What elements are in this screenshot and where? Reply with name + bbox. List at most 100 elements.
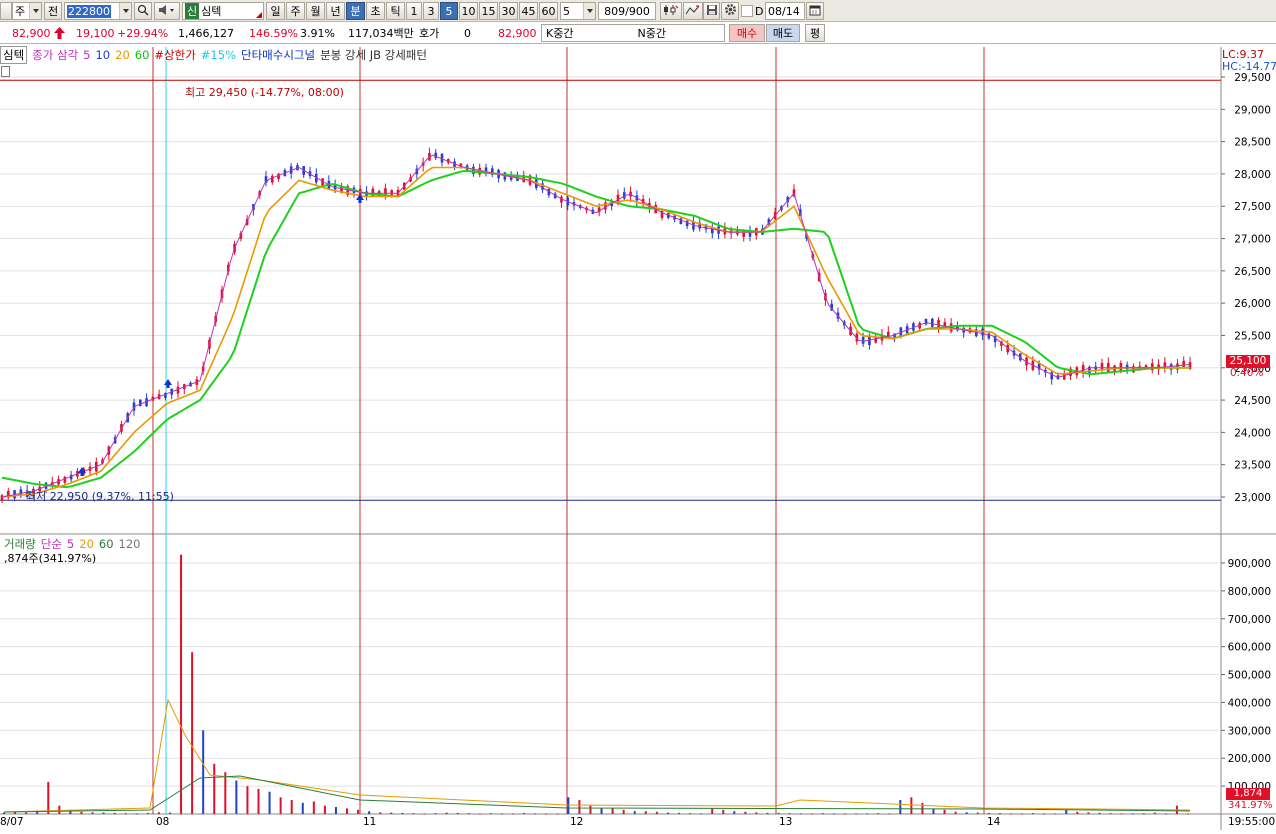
volume-bar bbox=[1164, 813, 1167, 815]
candle-body bbox=[930, 318, 934, 327]
volume-bar bbox=[976, 812, 979, 814]
volume-tick-label: 900,000 bbox=[1228, 558, 1271, 570]
grid-toggle-icon[interactable] bbox=[1, 66, 10, 77]
volume-bar bbox=[157, 812, 160, 814]
chart-canvas[interactable]: 29,500 29,000 28,500 28,000 27,500 27,000 26,5… bbox=[0, 0, 1276, 834]
volume-bar bbox=[523, 812, 526, 814]
volume-bar bbox=[534, 813, 537, 815]
volume-bar bbox=[1109, 813, 1112, 815]
volume-ma5-legend: 5 bbox=[66, 537, 75, 551]
volume-bar bbox=[622, 809, 625, 814]
volume-bar bbox=[832, 813, 835, 815]
x-tick-label: 12 bbox=[570, 816, 583, 828]
volume-bar bbox=[1098, 812, 1101, 814]
ma5-legend: 5 bbox=[83, 48, 91, 62]
volume-bar bbox=[279, 797, 282, 814]
candle-body bbox=[1182, 360, 1186, 367]
volume-bar bbox=[810, 813, 813, 815]
last-volume-tag: 1,874 bbox=[1226, 788, 1270, 800]
volume-bar bbox=[877, 813, 880, 815]
price-tick-label: 23,000 bbox=[1234, 492, 1271, 504]
price-tick-label: 23,500 bbox=[1234, 460, 1271, 472]
volume-bar bbox=[855, 813, 858, 815]
price-tick-label: 26,500 bbox=[1234, 266, 1271, 278]
candle-body bbox=[138, 399, 142, 407]
volume-bar bbox=[1153, 812, 1156, 814]
volume-bar bbox=[866, 813, 869, 815]
x-tick-label: 11 bbox=[363, 816, 376, 828]
volume-bar bbox=[235, 780, 238, 814]
volume-bar bbox=[589, 805, 592, 814]
hc-label: HC:-14.77 bbox=[1222, 60, 1276, 73]
ma-legend-label: 종가 삼각 bbox=[32, 48, 79, 62]
volume-bar bbox=[600, 808, 603, 814]
volume-bar bbox=[224, 772, 227, 814]
volume-bar bbox=[777, 812, 780, 814]
volume-bar bbox=[113, 812, 116, 814]
candle-body bbox=[390, 190, 394, 195]
volume-bar bbox=[888, 813, 891, 815]
volume-bar bbox=[943, 809, 946, 814]
ma60-legend: 60 bbox=[134, 48, 150, 62]
volume-bar bbox=[58, 805, 61, 814]
volume-tick-label: 200,000 bbox=[1228, 753, 1271, 765]
volume-bar bbox=[412, 813, 415, 815]
upper-limit-legend: #상한가 bbox=[154, 48, 196, 62]
price-tick-label: 28,000 bbox=[1234, 169, 1271, 181]
pct15-legend: #15% bbox=[200, 48, 236, 62]
volume-bar bbox=[357, 809, 360, 814]
volume-bar bbox=[500, 813, 503, 815]
pattern-legend: 분봉 강세 JB 강세패턴 bbox=[320, 48, 427, 62]
volume-bar bbox=[567, 797, 570, 814]
volume-bar bbox=[80, 811, 83, 814]
volume-bar bbox=[1131, 813, 1134, 815]
volume-bar bbox=[135, 813, 138, 815]
volume-tick-label: 400,000 bbox=[1228, 697, 1271, 709]
price-legend: 심텍 종가 삼각 5 10 20 60 #상한가 #15% 단타매수시그널 분봉… bbox=[0, 46, 432, 64]
volume-bar bbox=[1043, 813, 1046, 815]
volume-bar bbox=[334, 807, 337, 814]
volume-bar bbox=[666, 812, 669, 814]
volume-bar bbox=[799, 813, 802, 815]
volume-bar bbox=[899, 800, 902, 814]
volume-bar bbox=[611, 808, 614, 814]
volume-bar bbox=[25, 812, 28, 814]
volume-bar bbox=[1142, 813, 1145, 815]
volume-bar bbox=[1054, 813, 1057, 815]
price-tick-label: 27,000 bbox=[1234, 234, 1271, 246]
volume-bar bbox=[655, 811, 658, 814]
volume-tick-label: 600,000 bbox=[1228, 642, 1271, 654]
volume-bar bbox=[766, 812, 769, 814]
volume-bar bbox=[401, 812, 404, 814]
candle-body bbox=[0, 495, 4, 501]
price-tick-label: 28,500 bbox=[1234, 137, 1271, 149]
volume-bar bbox=[965, 812, 968, 814]
volume-bar bbox=[213, 763, 216, 814]
x-tick-label: 8/07 bbox=[0, 816, 24, 828]
last-price-pct: 0.40% bbox=[1230, 367, 1264, 379]
volume-bar bbox=[545, 813, 548, 815]
volume-bar bbox=[180, 554, 183, 814]
stock-name-legend[interactable]: 심텍 bbox=[0, 46, 28, 64]
x-tick-label: 14 bbox=[987, 816, 1001, 828]
volume-tick-label: 500,000 bbox=[1228, 670, 1271, 682]
volume-bar bbox=[987, 812, 990, 814]
low-annotation: 최저 22,950 (9.37%, 11:55) bbox=[26, 490, 174, 503]
volume-bar bbox=[1120, 813, 1123, 815]
volume-bar bbox=[91, 812, 94, 814]
volume-bar bbox=[733, 811, 736, 814]
volume-bar bbox=[456, 812, 459, 814]
volume-bar bbox=[644, 811, 647, 814]
volume-bar bbox=[578, 800, 581, 814]
volume-bar bbox=[290, 800, 293, 814]
volume-bar bbox=[722, 809, 725, 814]
candle-body bbox=[1056, 375, 1060, 380]
volume-bar bbox=[257, 788, 260, 814]
volume-bar bbox=[246, 786, 249, 814]
volume-bar bbox=[301, 802, 304, 814]
volume-bar bbox=[1076, 811, 1079, 814]
volume-bar bbox=[168, 812, 171, 814]
signal-legend: 단타매수시그널 bbox=[241, 48, 316, 62]
volume-bar bbox=[788, 813, 791, 815]
volume-bar bbox=[821, 813, 824, 815]
